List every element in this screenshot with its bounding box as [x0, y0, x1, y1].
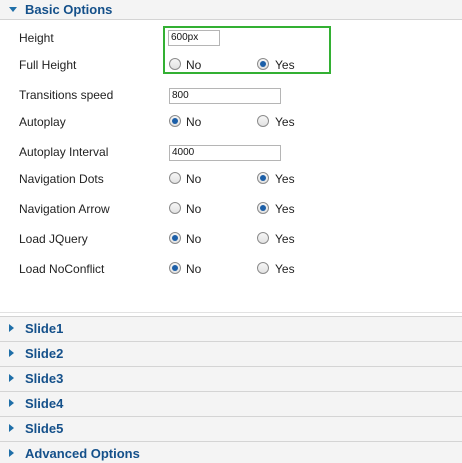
- load-jquery-no-radio[interactable]: [169, 232, 181, 244]
- load-jquery-yes-radio[interactable]: [257, 232, 269, 244]
- transitions-speed-label: Transitions speed: [19, 88, 114, 102]
- load-noconflict-yes-label[interactable]: Yes: [275, 262, 295, 276]
- full-height-yes-radio[interactable]: [257, 58, 269, 70]
- panel-title: Slide5: [25, 421, 64, 436]
- autoplay-interval-label: Autoplay Interval: [19, 145, 109, 159]
- section-divider: [0, 312, 462, 313]
- chevron-right-icon: [9, 324, 14, 332]
- full-height-yes-label[interactable]: Yes: [275, 58, 295, 72]
- navigation-dots-no-label[interactable]: No: [186, 172, 201, 186]
- navigation-dots-yes-label[interactable]: Yes: [275, 172, 295, 186]
- panel-title: Slide1: [25, 321, 64, 336]
- navigation-arrow-yes-radio[interactable]: [257, 202, 269, 214]
- load-noconflict-no-label[interactable]: No: [186, 262, 201, 276]
- height-input[interactable]: 600px: [168, 30, 220, 46]
- full-height-no-label[interactable]: No: [186, 58, 201, 72]
- panel-title: Advanced Options: [25, 446, 140, 461]
- chevron-down-icon: [9, 7, 17, 12]
- full-height-no-radio[interactable]: [169, 58, 181, 70]
- autoplay-no-label[interactable]: No: [186, 115, 201, 129]
- chevron-right-icon: [9, 424, 14, 432]
- navigation-arrow-label: Navigation Arrow: [19, 202, 110, 216]
- navigation-arrow-no-label[interactable]: No: [186, 202, 201, 216]
- panel-title: Slide2: [25, 346, 64, 361]
- advanced-options-panel-header[interactable]: Advanced Options: [0, 441, 462, 463]
- navigation-arrow-no-radio[interactable]: [169, 202, 181, 214]
- slide2-panel-header[interactable]: Slide2: [0, 341, 462, 366]
- autoplay-interval-input[interactable]: 4000: [169, 145, 281, 161]
- chevron-right-icon: [9, 374, 14, 382]
- slide3-panel-header[interactable]: Slide3: [0, 366, 462, 391]
- chevron-right-icon: [9, 349, 14, 357]
- load-jquery-yes-label[interactable]: Yes: [275, 232, 295, 246]
- autoplay-label: Autoplay: [19, 115, 66, 129]
- autoplay-no-radio[interactable]: [169, 115, 181, 127]
- slide4-panel-header[interactable]: Slide4: [0, 391, 462, 416]
- navigation-dots-label: Navigation Dots: [19, 172, 104, 186]
- chevron-right-icon: [9, 399, 14, 407]
- full-height-label: Full Height: [19, 58, 77, 72]
- load-noconflict-yes-radio[interactable]: [257, 262, 269, 274]
- navigation-arrow-yes-label[interactable]: Yes: [275, 202, 295, 216]
- load-jquery-label: Load JQuery: [19, 232, 88, 246]
- transitions-speed-input[interactable]: 800: [169, 88, 281, 104]
- chevron-right-icon: [9, 449, 14, 457]
- slide1-panel-header[interactable]: Slide1: [0, 316, 462, 341]
- autoplay-yes-label[interactable]: Yes: [275, 115, 295, 129]
- panel-title: Slide4: [25, 396, 64, 411]
- navigation-dots-no-radio[interactable]: [169, 172, 181, 184]
- basic-options-title: Basic Options: [25, 2, 113, 17]
- height-label: Height: [19, 31, 54, 45]
- panel-title: Slide3: [25, 371, 64, 386]
- autoplay-yes-radio[interactable]: [257, 115, 269, 127]
- basic-options-header[interactable]: Basic Options: [0, 0, 462, 20]
- load-noconflict-label: Load NoConflict: [19, 262, 105, 276]
- navigation-dots-yes-radio[interactable]: [257, 172, 269, 184]
- slide5-panel-header[interactable]: Slide5: [0, 416, 462, 441]
- load-jquery-no-label[interactable]: No: [186, 232, 201, 246]
- load-noconflict-no-radio[interactable]: [169, 262, 181, 274]
